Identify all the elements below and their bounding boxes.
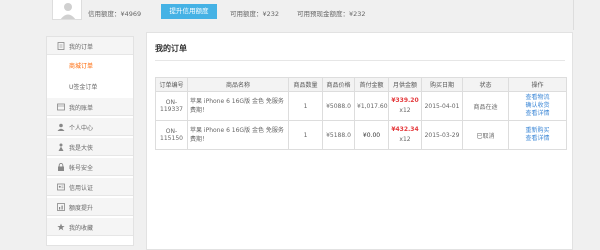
- sidebar-item-bills[interactable]: 我的账单: [47, 98, 133, 116]
- column-header: 订单编号: [155, 77, 188, 92]
- installment-count: x12: [399, 107, 411, 114]
- column-header: 操作: [508, 77, 567, 92]
- sidebar-item-security[interactable]: 帐号安全: [47, 158, 133, 176]
- sidebar-item-label: 我的账单: [69, 105, 94, 112]
- product-name[interactable]: 苹果 iPhone 6 16G版 金色 免服务费期！: [187, 91, 289, 121]
- person-icon: [57, 123, 65, 131]
- monthly-payment: ¥339.20 x12: [388, 91, 422, 121]
- sidebar-item-label: 商城订单: [69, 63, 94, 70]
- sidebar-item-label: 个人中心: [69, 125, 94, 132]
- view-logistics-link[interactable]: 查看物流: [511, 94, 564, 102]
- monthly-payment: ¥432.34 x12: [388, 120, 422, 150]
- orders-table: 订单编号 商品名称 商品数量 商品价格 首付金额 月供金额 购买日期 状态 操作…: [155, 77, 567, 150]
- sidebar-item-certification[interactable]: 信用认证: [47, 178, 133, 196]
- sidebar-item-label: 我的订单: [69, 44, 94, 51]
- view-details-link[interactable]: 查看详情: [511, 135, 564, 143]
- monthly-amount: ¥432.34: [391, 126, 419, 133]
- order-status: 已取消: [462, 120, 509, 150]
- sidebar-item-favorites[interactable]: 我的收藏: [47, 218, 133, 236]
- column-header: 商品价格: [322, 77, 355, 92]
- price: ¥5088.0: [322, 91, 355, 121]
- top-right-frame: [573, 0, 600, 30]
- sidebar-item-profile[interactable]: 个人中心: [47, 118, 133, 136]
- order-number: ON-119337: [155, 91, 188, 121]
- column-header: 商品数量: [288, 77, 323, 92]
- page-title: 我的订单: [155, 44, 187, 53]
- confirm-receipt-link[interactable]: 确认收货: [511, 102, 564, 110]
- column-header: 状态: [462, 77, 509, 92]
- bill-icon: [57, 103, 65, 111]
- available-credit-label: 可用额度：¥232: [230, 10, 280, 18]
- column-header: 购买日期: [421, 77, 463, 92]
- certificate-icon: [57, 183, 65, 191]
- table-header-row: 订单编号 商品名称 商品数量 商品价格 首付金额 月供金额 购买日期 状态 操作: [155, 77, 567, 92]
- sidebar-item-label: 信用认证: [69, 185, 94, 192]
- actions-cell: 重新购买 查看详情: [508, 120, 567, 150]
- quantity: 1: [288, 120, 323, 150]
- table-row: ON-119337 苹果 iPhone 6 16G版 金色 免服务费期！ 1 ¥…: [155, 91, 567, 121]
- sidebar-item-credit-raise[interactable]: 额度提升: [47, 198, 133, 216]
- sidebar-item-label: 我是大侠: [69, 145, 94, 152]
- monthly-amount: ¥339.20: [391, 97, 419, 104]
- sidebar-subitem-mall-orders[interactable]: 商城订单: [47, 56, 133, 73]
- purchase-date: 2015-03-29: [421, 120, 463, 150]
- sidebar-item-label: 我的收藏: [69, 225, 94, 232]
- down-payment: ¥0.00: [354, 120, 389, 150]
- sidebar-item-label: 额度提升: [69, 205, 94, 212]
- table-row: ON-115150 苹果 iPhone 6 16G版 金色 免服务费期！ 1 ¥…: [155, 120, 567, 150]
- sidebar-subitem-deposit-orders[interactable]: U签金订单: [47, 77, 133, 94]
- down-payment: ¥1,017.60: [354, 91, 389, 121]
- column-header: 月供金额: [388, 77, 422, 92]
- chart-icon: [57, 203, 65, 211]
- star-icon: [57, 223, 65, 231]
- rebuy-link[interactable]: 重新购买: [511, 127, 564, 135]
- credit-limit-label: 信用额度：¥4969: [88, 10, 142, 18]
- document-icon: [57, 42, 65, 50]
- price: ¥5188.0: [322, 120, 355, 150]
- actions-cell: 查看物流 确认收货 查看详情: [508, 91, 567, 121]
- order-number: ON-115150: [155, 120, 188, 150]
- sidebar: 我的订单 商城订单 U签金订单 我的账单 个人中心 我是大侠 帐号安全 信用认证…: [46, 36, 134, 246]
- cash-advance-label: 可用预现金额度：¥232: [297, 10, 366, 18]
- raise-credit-button[interactable]: 提升信用额度: [161, 4, 217, 19]
- column-header: 首付金额: [354, 77, 389, 92]
- sidebar-item-hero[interactable]: 我是大侠: [47, 138, 133, 156]
- purchase-date: 2015-04-01: [421, 91, 463, 121]
- order-status: 商品在途: [462, 91, 509, 121]
- lock-icon: [58, 163, 64, 171]
- account-bar: 信用额度：¥4969 提升信用额度 可用额度：¥232 可用预现金额度：¥232: [0, 0, 600, 30]
- orders-panel: 我的订单 订单编号 商品名称 商品数量 商品价格 首付金额 月供金额 购买日期 …: [146, 32, 573, 250]
- sidebar-item-my-orders[interactable]: 我的订单: [47, 37, 133, 55]
- hero-icon: [58, 143, 64, 151]
- product-name[interactable]: 苹果 iPhone 6 16G版 金色 免服务费期！: [187, 120, 289, 150]
- view-details-link[interactable]: 查看详情: [511, 110, 564, 118]
- sidebar-item-label: U签金订单: [69, 84, 98, 91]
- sidebar-item-label: 帐号安全: [69, 165, 94, 172]
- quantity: 1: [288, 91, 323, 121]
- column-header: 商品名称: [187, 77, 289, 92]
- title-divider: [155, 60, 565, 61]
- installment-count: x12: [399, 136, 411, 143]
- avatar[interactable]: [52, 0, 82, 20]
- user-silhouette-icon: [60, 3, 76, 19]
